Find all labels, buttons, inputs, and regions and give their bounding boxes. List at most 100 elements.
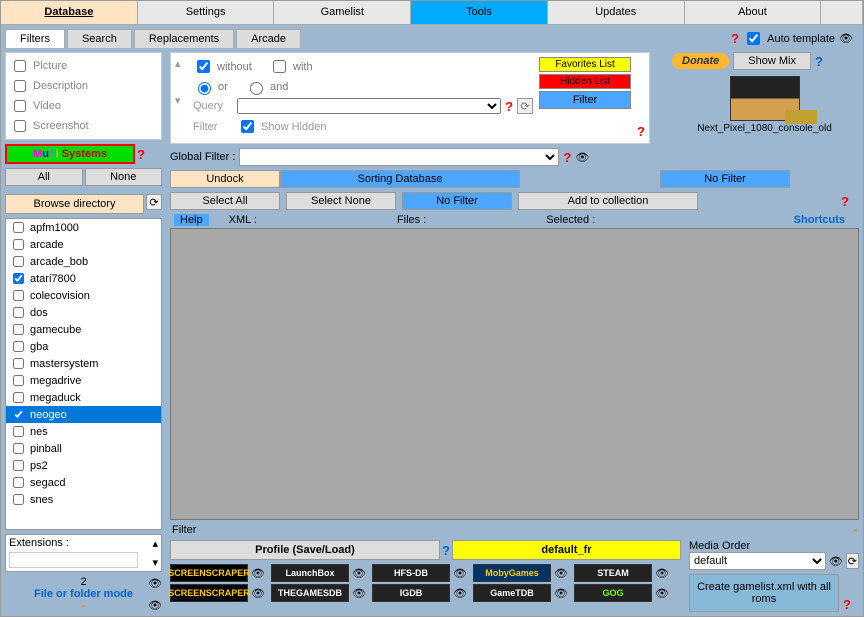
refresh-icon[interactable]: ⟳: [517, 98, 533, 114]
system-checkbox[interactable]: [13, 443, 24, 454]
system-checkbox[interactable]: [13, 460, 24, 471]
subtab-filters[interactable]: Filters: [5, 29, 65, 48]
system-item-snes[interactable]: snes: [6, 491, 161, 508]
system-checkbox[interactable]: [13, 358, 24, 369]
system-item-ps2[interactable]: ps2: [6, 457, 161, 474]
add-to-collection-button[interactable]: Add to collection: [518, 192, 698, 210]
help-icon[interactable]: ?: [815, 54, 823, 69]
scraper-gametdb[interactable]: GameTDB: [473, 584, 551, 602]
select-all-button[interactable]: Select All: [170, 192, 280, 210]
scraper-screenscraper[interactable]: SCREENSCRAPER: [170, 564, 248, 582]
all-button[interactable]: All: [5, 168, 83, 186]
scraper-launchbox[interactable]: LaunchBox: [271, 564, 349, 582]
hidden-list-button[interactable]: Hidden List: [539, 74, 631, 89]
eye-icon[interactable]: 👁: [352, 586, 366, 600]
system-item-pinball[interactable]: pinball: [6, 440, 161, 457]
system-item-atari7800[interactable]: atari7800: [6, 270, 161, 287]
system-item-neogeo[interactable]: neogeo: [6, 406, 161, 423]
refresh-icon[interactable]: ⟳: [846, 553, 859, 569]
radio-or[interactable]: [198, 82, 211, 95]
system-list[interactable]: apfm1000arcadearcade_bobatari7800colecov…: [5, 218, 162, 530]
system-checkbox[interactable]: [13, 409, 24, 420]
help-icon[interactable]: ?: [563, 150, 571, 165]
undock-button[interactable]: Undock: [170, 170, 280, 188]
donate-button[interactable]: Donate: [672, 53, 729, 69]
eye-icon[interactable]: 👁: [251, 586, 265, 600]
radio-and[interactable]: [250, 82, 263, 95]
chk-video[interactable]: [14, 100, 26, 112]
tab-tools[interactable]: Tools: [411, 1, 548, 24]
system-checkbox[interactable]: [13, 426, 24, 437]
eye-icon[interactable]: 👁: [148, 576, 162, 590]
results-grid[interactable]: [170, 228, 859, 520]
subtab-arcade[interactable]: Arcade: [236, 29, 301, 48]
system-item-segacd[interactable]: segacd: [6, 474, 161, 491]
scraper-mobygames[interactable]: MobyGames: [473, 564, 551, 582]
system-checkbox[interactable]: [13, 392, 24, 403]
system-checkbox[interactable]: [13, 477, 24, 488]
auto-template-checkbox[interactable]: [747, 32, 760, 45]
sorting-database-button[interactable]: Sorting Database: [280, 170, 520, 188]
filter-button[interactable]: Filter: [539, 91, 631, 109]
system-item-arcade[interactable]: arcade: [6, 236, 161, 253]
media-order-select[interactable]: default: [689, 552, 826, 570]
help-button[interactable]: Help: [174, 214, 209, 226]
file-folder-mode-link[interactable]: File or folder mode: [5, 588, 162, 600]
help-icon[interactable]: ?: [843, 597, 851, 612]
eye-icon[interactable]: 👁: [453, 586, 467, 600]
system-checkbox[interactable]: [13, 307, 24, 318]
eye-icon[interactable]: 👁: [829, 554, 843, 568]
subtab-replacements[interactable]: Replacements: [134, 29, 234, 48]
eye-icon[interactable]: 👁: [554, 566, 568, 580]
system-item-arcade_bob[interactable]: arcade_bob: [6, 253, 161, 270]
ext-up-icon[interactable]: ▴: [152, 537, 158, 550]
ext-down-icon[interactable]: ▾: [152, 556, 158, 569]
chk-without[interactable]: [197, 60, 210, 73]
system-checkbox[interactable]: [13, 375, 24, 386]
refresh-icon[interactable]: ⟳: [146, 194, 162, 210]
system-checkbox[interactable]: [13, 324, 24, 335]
scraper-gog[interactable]: GOG: [574, 584, 652, 602]
show-mix-button[interactable]: Show Mix: [733, 52, 811, 70]
eye-icon[interactable]: 👁: [655, 566, 669, 580]
scraper-thegamesdb[interactable]: THEGAMESDB: [271, 584, 349, 602]
subtab-search[interactable]: Search: [67, 29, 132, 48]
chk-description[interactable]: [14, 80, 26, 92]
tab-gamelist[interactable]: Gamelist: [274, 1, 411, 24]
chk-screenshot[interactable]: [14, 120, 26, 132]
extensions-input[interactable]: [9, 552, 138, 568]
system-checkbox[interactable]: [13, 256, 24, 267]
query-select[interactable]: [237, 98, 501, 114]
eye-icon[interactable]: 👁: [251, 566, 265, 580]
favorites-list-button[interactable]: Favorites List: [539, 57, 631, 72]
scraper-igdb[interactable]: IGDB: [372, 584, 450, 602]
system-item-megaduck[interactable]: megaduck: [6, 389, 161, 406]
tab-updates[interactable]: Updates: [548, 1, 685, 24]
scraper-steam[interactable]: STEAM: [574, 564, 652, 582]
tab-database[interactable]: Database: [1, 1, 138, 24]
help-icon[interactable]: ?: [505, 99, 513, 114]
system-item-gamecube[interactable]: gamecube: [6, 321, 161, 338]
chk-picture[interactable]: [14, 60, 26, 72]
browse-directory-button[interactable]: Browse directory: [5, 194, 144, 214]
system-item-megadrive[interactable]: megadrive: [6, 372, 161, 389]
help-icon[interactable]: ?: [442, 543, 450, 558]
eye-icon[interactable]: 👁: [655, 586, 669, 600]
select-none-button[interactable]: Select None: [286, 192, 396, 210]
system-checkbox[interactable]: [13, 341, 24, 352]
scraper-hfs-db[interactable]: HFS-DB: [372, 564, 450, 582]
eye-icon[interactable]: 👁: [839, 32, 853, 46]
help-icon[interactable]: ?: [731, 31, 739, 46]
help-icon[interactable]: ?: [841, 194, 849, 209]
system-item-gba[interactable]: gba: [6, 338, 161, 355]
system-checkbox[interactable]: [13, 222, 24, 233]
eye-icon[interactable]: 👁: [453, 566, 467, 580]
multisystems-logo[interactable]: MultiSystems: [5, 144, 135, 164]
eye-icon[interactable]: 👁: [554, 586, 568, 600]
create-gamelist-button[interactable]: Create gamelist.xml with all roms: [689, 574, 839, 612]
system-item-mastersystem[interactable]: mastersystem: [6, 355, 161, 372]
system-checkbox[interactable]: [13, 494, 24, 505]
system-item-colecovision[interactable]: colecovision: [6, 287, 161, 304]
system-checkbox[interactable]: [13, 273, 24, 284]
system-checkbox[interactable]: [13, 290, 24, 301]
